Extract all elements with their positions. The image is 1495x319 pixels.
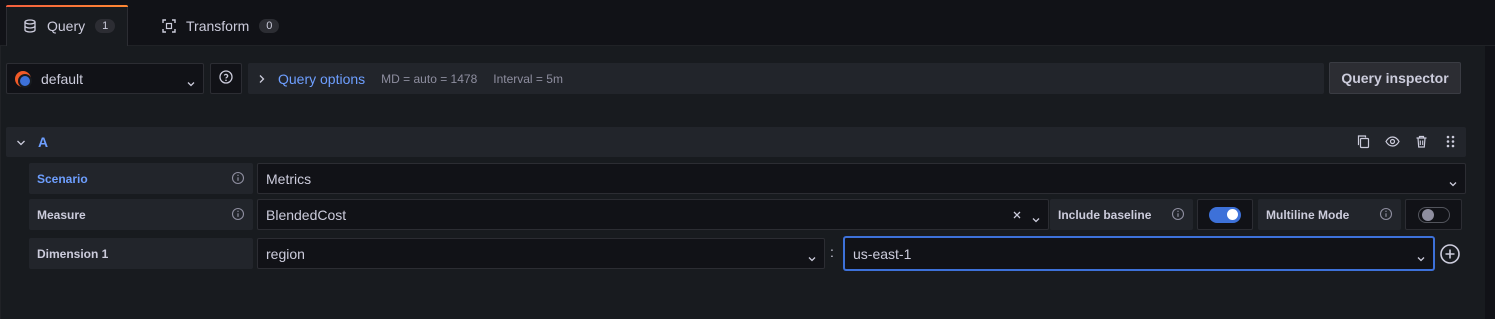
chevron-down-icon [187,75,195,86]
query-row-header[interactable]: A [6,127,1466,157]
chevron-down-icon [808,250,816,261]
toggle-knob [1421,208,1434,221]
tab-query-label: Query [47,18,86,34]
query-ref-id[interactable]: A [38,134,48,150]
measure-select[interactable]: BlendedCost [257,199,1049,230]
info-icon[interactable] [231,171,245,185]
query-row-actions [1356,134,1458,149]
info-icon[interactable] [1379,207,1393,221]
tab-query[interactable]: Query 1 [6,5,128,46]
multiline-mode-label-text: Multiline Mode [1266,207,1350,222]
measure-label: Measure [29,199,253,230]
chevron-right-icon [258,71,266,87]
scrollbar-track[interactable] [1485,46,1495,319]
help-circle-icon [219,70,233,87]
query-options-title: Query options [278,70,366,87]
chevron-down-icon [1417,250,1425,261]
datasource-help-button[interactable] [210,63,242,94]
datasource-name: default [41,70,84,87]
measure-label-text: Measure [37,207,86,222]
scenario-label-text: Scenario [37,171,88,186]
query-options-max-datapoints: MD = auto = 1478 [381,71,478,86]
dimension-separator: : [830,244,834,260]
tab-bar: Query 1 Transform 0 [0,0,1495,46]
include-baseline-toggle[interactable] [1209,206,1241,223]
query-options-toggle[interactable]: Query options MD = auto = 1478 Interval … [248,63,1324,94]
include-baseline-label: Include baseline [1050,199,1193,230]
include-baseline-switch-container [1197,199,1253,230]
scenario-select[interactable]: Metrics [257,163,1466,194]
dimension-value: us-east-1 [853,245,912,262]
clear-icon[interactable] [1012,207,1022,223]
dimension-label-text: Dimension 1 [37,246,109,261]
trash-icon[interactable] [1414,134,1429,149]
eye-icon[interactable] [1385,134,1400,149]
dimension-key-value: region [266,245,305,262]
query-inspector-button[interactable]: Query inspector [1329,62,1461,94]
tab-transform-count: 0 [259,18,280,33]
plus-circle-icon[interactable] [1439,243,1461,265]
chevron-down-icon [1032,211,1040,222]
tab-query-count: 1 [95,19,116,33]
copy-icon[interactable] [1356,134,1371,149]
chevron-down-icon [1449,175,1457,186]
scenario-label: Scenario [29,163,253,194]
scenario-value: Metrics [266,170,312,187]
datasource-picker[interactable]: default [6,63,204,94]
info-icon[interactable] [1171,207,1185,221]
query-options-interval: Interval = 5m [493,71,563,86]
tab-transform[interactable]: Transform 0 [146,5,295,46]
multiline-mode-toggle[interactable] [1417,206,1450,223]
measure-value: BlendedCost [266,206,347,223]
datasource-logo-icon [15,70,32,88]
multiline-mode-label: Multiline Mode [1258,199,1401,230]
dimension-value-select[interactable]: us-east-1 [844,237,1434,270]
multiline-mode-switch-container [1405,199,1462,230]
drag-handle-icon[interactable] [1443,134,1458,149]
dimension-key-select[interactable]: region [257,238,825,269]
info-icon[interactable] [231,207,245,221]
collapse-chevron-icon[interactable] [16,134,26,150]
transform-icon [162,18,176,33]
tab-transform-label: Transform [186,17,250,34]
database-icon [23,19,37,33]
toggle-knob [1227,208,1238,220]
include-baseline-label-text: Include baseline [1058,207,1152,222]
dimension-label: Dimension 1 [29,238,253,269]
